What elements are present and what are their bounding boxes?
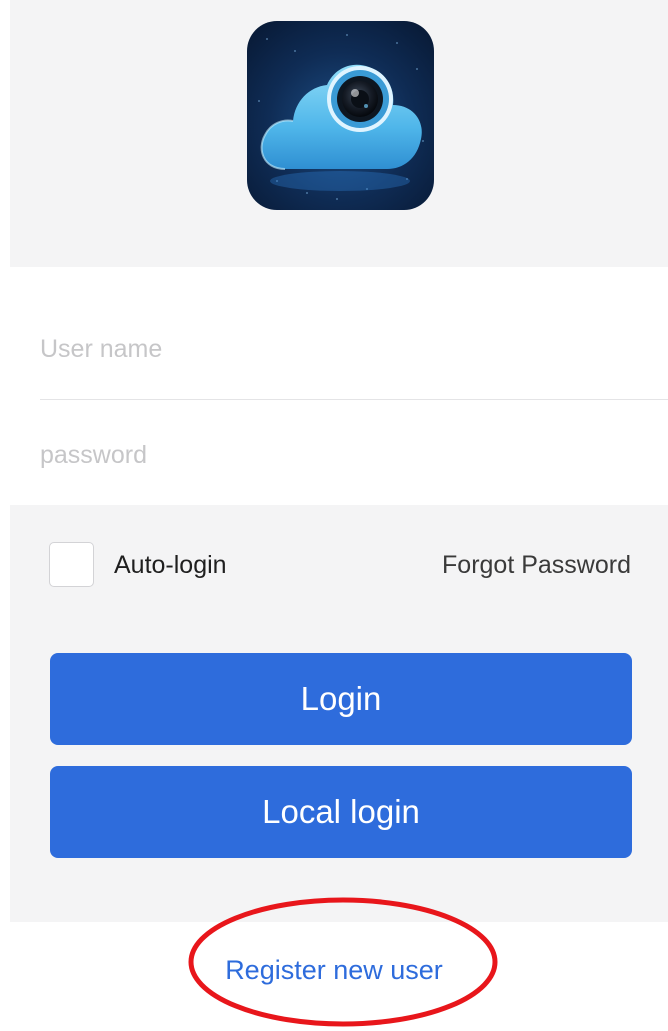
password-input[interactable] <box>40 403 668 507</box>
auto-login-checkbox[interactable] <box>49 542 94 587</box>
login-button-label: Login <box>300 680 382 717</box>
login-form <box>10 267 668 507</box>
username-input[interactable] <box>40 297 668 401</box>
cloud-camera-icon <box>247 21 434 210</box>
field-divider <box>40 399 668 400</box>
auto-login-label: Auto-login <box>114 551 227 579</box>
local-login-button-label: Local login <box>262 793 420 830</box>
forgot-password-link[interactable]: Forgot Password <box>442 549 631 581</box>
register-link-label: Register new user <box>225 955 443 985</box>
password-field[interactable] <box>40 403 668 507</box>
options-panel: Auto-login Forgot Password Login Local l… <box>10 505 668 922</box>
login-button[interactable]: Login <box>50 653 632 745</box>
register-link[interactable]: Register new user <box>0 950 668 990</box>
username-field[interactable] <box>40 297 668 401</box>
local-login-button[interactable]: Local login <box>50 766 632 858</box>
